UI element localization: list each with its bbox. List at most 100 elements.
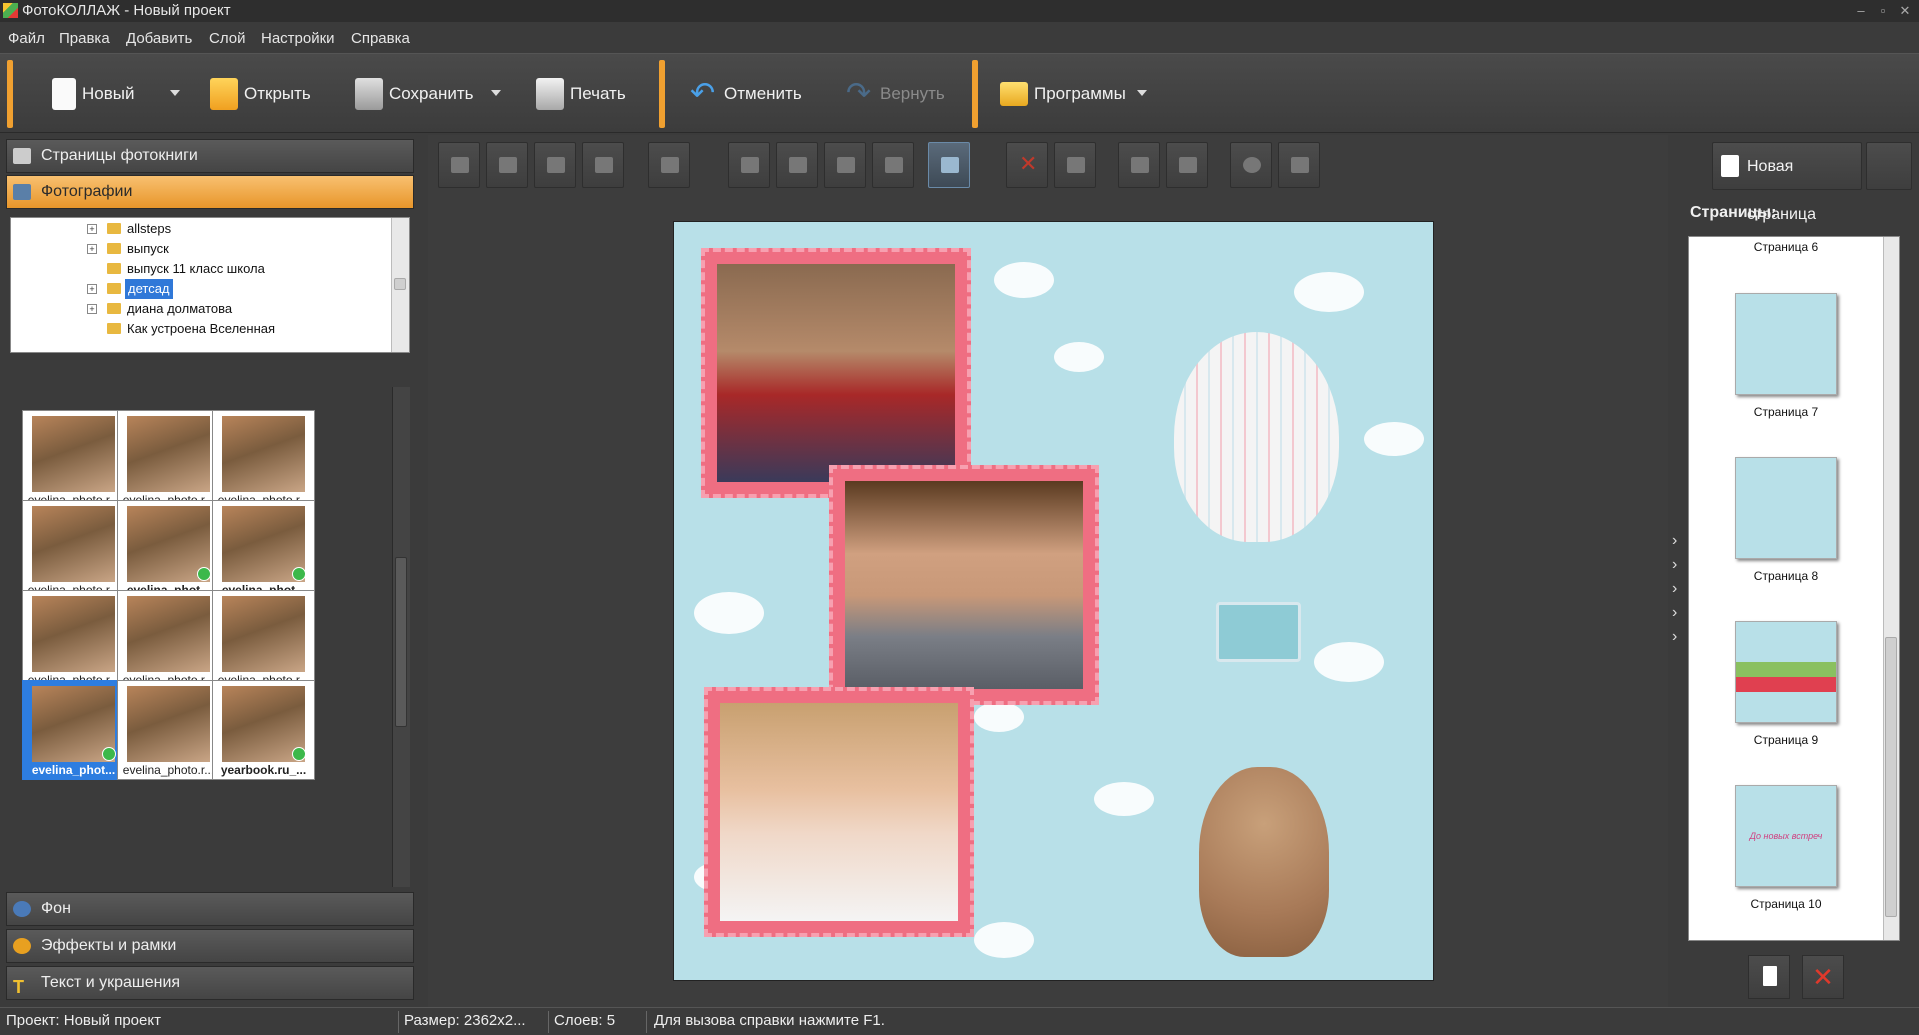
folder-icon	[107, 303, 121, 314]
tree-vertical-scrollbar[interactable]	[391, 218, 409, 352]
check-icon	[292, 747, 306, 761]
page-label[interactable]: Страница 6	[1689, 240, 1883, 254]
bring-forward-button[interactable]	[486, 142, 528, 188]
fill-button[interactable]	[928, 142, 970, 188]
menu-edit[interactable]: Правка	[59, 25, 110, 53]
menu-help[interactable]: Справка	[351, 25, 410, 53]
photo-thumbnail[interactable]: evelina_phot...	[117, 500, 220, 600]
page-thumbnail-8[interactable]	[1735, 457, 1837, 559]
new-page-button[interactable]: Новая страница	[1712, 142, 1862, 223]
expand-icon[interactable]: +	[87, 284, 97, 294]
menu-settings[interactable]: Настройки	[261, 25, 335, 53]
photo-thumbnail[interactable]: evelina_photo.r...	[117, 590, 220, 690]
crop-button[interactable]	[1054, 142, 1096, 188]
open-button[interactable]: Открыть	[210, 72, 311, 116]
chevron-right-icon[interactable]: ›	[1672, 556, 1677, 574]
cloud-decoration	[1294, 272, 1364, 312]
color-button[interactable]	[1118, 142, 1160, 188]
text-section[interactable]: T Текст и украшения	[6, 966, 414, 1000]
photos-section[interactable]: Фотографии	[6, 175, 414, 209]
scroll-thumb[interactable]	[395, 557, 407, 727]
page-thumbnail-9[interactable]	[1735, 621, 1837, 723]
photo-thumbnail[interactable]: evelina_phot...	[212, 500, 315, 600]
programs-dropdown-icon[interactable]	[1137, 90, 1147, 96]
maximize-icon[interactable]: ▫	[1872, 0, 1894, 22]
photo-thumbnail[interactable]: evelina_photo.r...	[22, 590, 125, 690]
photo-thumbnail[interactable]: evelina_photo.r...	[117, 680, 220, 780]
photo-thumbnail[interactable]: evelina_photo.r...	[22, 500, 125, 600]
photo-thumbnail[interactable]: evelina_photo.r...	[117, 410, 220, 510]
page-settings-button[interactable]	[1866, 142, 1912, 190]
tree-item[interactable]: + выпуск	[11, 239, 391, 259]
menu-layer[interactable]: Слой	[209, 25, 245, 53]
delete-page-button[interactable]: ✕	[1802, 955, 1844, 999]
tree-item[interactable]: выпуск 11 класс школа	[11, 259, 391, 279]
rotate-right-button[interactable]	[776, 142, 818, 188]
photo-frame-3[interactable]	[704, 687, 974, 937]
new-button[interactable]: Новый	[52, 72, 134, 116]
thumbnail-caption: evelina_photo.r...	[122, 763, 215, 777]
chevron-right-icon[interactable]: ›	[1672, 628, 1677, 646]
photo-frame-1[interactable]	[701, 248, 971, 498]
thumbnails-vertical-scrollbar[interactable]	[392, 387, 410, 887]
lock-button[interactable]	[1278, 142, 1320, 188]
redo-button[interactable]: ↷ Вернуть	[846, 72, 945, 116]
expand-icon[interactable]: +	[87, 224, 97, 234]
programs-button[interactable]: Программы	[1000, 72, 1126, 116]
page-thumbnail-10[interactable]: До новых встреч	[1735, 785, 1837, 887]
chevron-right-icon[interactable]: ›	[1672, 532, 1677, 550]
page-label[interactable]: Страница 7	[1689, 405, 1883, 419]
expand-icon[interactable]: +	[87, 244, 97, 254]
background-section[interactable]: Фон	[6, 892, 414, 926]
cut-button[interactable]	[1166, 142, 1208, 188]
page-thumbnail-7[interactable]	[1735, 293, 1837, 395]
scroll-thumb[interactable]	[1885, 637, 1897, 917]
menu-file[interactable]: Файл	[8, 25, 45, 53]
tree-item[interactable]: + allsteps	[11, 219, 391, 239]
bring-front-button[interactable]	[438, 142, 480, 188]
rotate-left-button[interactable]	[728, 142, 770, 188]
send-backward-button[interactable]	[534, 142, 576, 188]
folder-icon	[210, 78, 238, 110]
delete-layer-button[interactable]: ✕	[1006, 142, 1048, 188]
photo-thumbnail[interactable]: evelina_photo.r...	[212, 590, 315, 690]
scroll-thumb[interactable]	[394, 278, 406, 290]
layer-forward-icon	[499, 157, 517, 173]
tree-item-selected[interactable]: + детсад	[11, 279, 391, 299]
align-button[interactable]	[648, 142, 690, 188]
photo-thumbnail[interactable]: evelina_phot...	[22, 680, 125, 780]
thumbnail-image	[127, 416, 210, 492]
photo-frame-2[interactable]	[829, 465, 1099, 705]
duplicate-page-button[interactable]	[1748, 955, 1790, 999]
flip-horizontal-button[interactable]	[824, 142, 866, 188]
photo-thumbnail[interactable]: yearbook.ru_...	[212, 680, 315, 780]
crop-icon	[1067, 157, 1085, 173]
tree-item[interactable]: + диана долматова	[11, 299, 391, 319]
page-label[interactable]: Страница 8	[1689, 569, 1883, 583]
save-dropdown-icon[interactable]	[491, 90, 501, 96]
page-label[interactable]: Страница 9	[1689, 733, 1883, 747]
page-label[interactable]: Страница 10	[1689, 897, 1883, 911]
teddy-bear-sticker[interactable]	[1199, 767, 1329, 957]
new-dropdown-icon[interactable]	[170, 90, 180, 96]
chevron-right-icon[interactable]: ›	[1672, 604, 1677, 622]
chevron-right-icon[interactable]: ›	[1672, 580, 1677, 598]
close-icon[interactable]: ✕	[1894, 0, 1916, 22]
pages-vertical-scrollbar[interactable]	[1883, 237, 1899, 940]
hot-air-balloon-sticker[interactable]	[1174, 332, 1339, 542]
photo-thumbnail[interactable]: evelina_photo.r...	[22, 410, 125, 510]
book-pages-section[interactable]: Страницы фотокниги	[6, 139, 414, 173]
menu-add[interactable]: Добавить	[126, 25, 192, 53]
print-button[interactable]: Печать	[536, 72, 626, 116]
send-back-button[interactable]	[582, 142, 624, 188]
tree-item[interactable]: Как устроена Вселенная	[11, 319, 391, 339]
undo-button[interactable]: ↶ Отменить	[690, 72, 802, 116]
photo-thumbnail[interactable]: evelina_photo.r...	[212, 410, 315, 510]
collage-canvas[interactable]	[673, 221, 1434, 981]
expand-icon[interactable]: +	[87, 304, 97, 314]
effects-section[interactable]: Эффекты и рамки	[6, 929, 414, 963]
settings-button[interactable]	[1230, 142, 1272, 188]
minimize-icon[interactable]: –	[1850, 0, 1872, 22]
save-button[interactable]: Сохранить	[355, 72, 473, 116]
flip-vertical-button[interactable]	[872, 142, 914, 188]
